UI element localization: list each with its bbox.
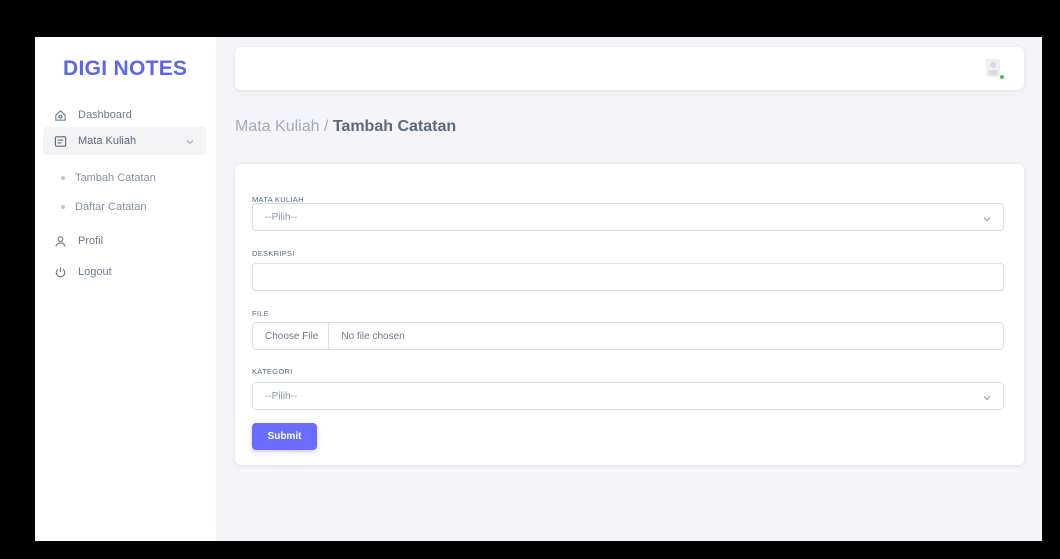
chevron-down-icon: [186, 136, 194, 148]
select-value: --Pilih--: [265, 390, 298, 402]
sidebar-item-label: Mata Kuliah: [78, 135, 137, 147]
list-icon: [53, 134, 67, 148]
chevron-down-icon: [983, 214, 991, 225]
sidebar-subitem-label: Daftar Catatan: [75, 201, 147, 213]
top-navbar: [235, 47, 1024, 90]
sidebar-item-label: Dashboard: [78, 109, 132, 121]
deskripsi-label: DESKRIPSI: [252, 249, 295, 258]
kategori-select[interactable]: --Pilih--: [252, 382, 1004, 410]
sidebar-subitem-daftar-catatan[interactable]: Daftar Catatan: [61, 201, 147, 213]
sidebar-subitem-label: Tambah Catatan: [75, 172, 156, 184]
file-input[interactable]: Choose File No file chosen: [252, 322, 1004, 350]
home-icon: [53, 108, 67, 122]
kategori-label: KATEGORI: [252, 367, 293, 376]
deskripsi-input[interactable]: [252, 263, 1004, 291]
sidebar-item-dashboard[interactable]: Dashboard: [43, 101, 206, 129]
mata-kuliah-select[interactable]: --Pilih--: [252, 203, 1004, 231]
sidebar-item-profil[interactable]: Profil: [43, 227, 206, 255]
breadcrumb-current: Tambah Catatan: [332, 118, 457, 135]
sidebar-item-logout[interactable]: Logout: [43, 258, 206, 286]
choose-file-button[interactable]: Choose File: [265, 323, 330, 349]
sidebar-subitem-tambah-catatan[interactable]: Tambah Catatan: [61, 172, 156, 184]
user-icon: [53, 234, 67, 248]
app-screen: DIGI NOTES Dashboard Mata Kuliah Tambah …: [35, 37, 1042, 541]
breadcrumb: Mata Kuliah / Tambah Catatan: [235, 118, 456, 136]
submit-button[interactable]: Submit: [252, 423, 317, 450]
chevron-down-icon: [983, 393, 991, 404]
form-card: MATA KULIAH --Pilih-- DESKRIPSI FILE Cho…: [235, 164, 1024, 465]
brand-logo[interactable]: DIGI NOTES: [63, 57, 187, 81]
sidebar-item-label: Logout: [78, 266, 112, 278]
select-value: --Pilih--: [265, 211, 298, 223]
sidebar-item-label: Profil: [78, 235, 104, 247]
file-status: No file chosen: [341, 330, 405, 342]
sidebar-item-mata-kuliah[interactable]: Mata Kuliah: [43, 127, 206, 155]
sidebar: DIGI NOTES Dashboard Mata Kuliah Tambah …: [35, 37, 216, 541]
bullet-dot: [61, 176, 65, 180]
breadcrumb-parent[interactable]: Mata Kuliah /: [235, 118, 328, 135]
avatar[interactable]: [982, 56, 1005, 80]
bullet-dot: [61, 205, 65, 209]
power-icon: [53, 265, 67, 279]
online-status-dot: [999, 74, 1005, 80]
file-label: FILE: [252, 309, 270, 318]
